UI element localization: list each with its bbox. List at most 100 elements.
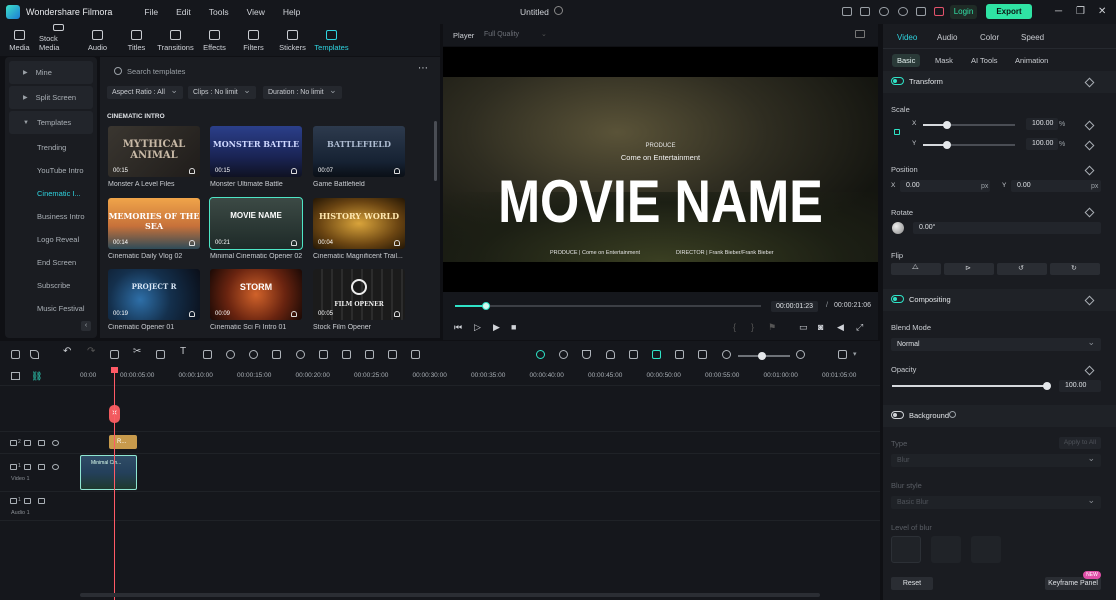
layout-grid-icon[interactable] [11,350,20,359]
position-x-field[interactable]: 0.00 [900,180,990,192]
template-card[interactable]: BATTLEFIELD 00:07 Game Battlefield [313,126,405,188]
scale-y-field[interactable]: 100.00 [1026,138,1058,150]
blend-mode-select[interactable]: Normal [891,336,1101,351]
minimize-icon[interactable]: ─ [1055,6,1062,17]
duration-filter[interactable]: Duration : No limit [263,84,342,99]
collapse-panel-icon[interactable]: ‹ [81,321,91,331]
template-card[interactable]: MONSTER BATTLE 00:15 Monster Ultimate Bat… [210,126,302,188]
login-button[interactable]: Login [950,5,977,19]
menu-tools[interactable]: Tools [209,7,229,17]
subtab-ai-tools[interactable]: AI Tools [966,54,1003,67]
layout-icon[interactable] [842,7,852,16]
type-select[interactable]: Blur [891,452,1101,467]
playback-icon[interactable] [559,350,568,359]
opacity-field[interactable]: 100.00 [1059,380,1101,392]
color-icon[interactable] [249,350,258,359]
delete-icon[interactable] [110,350,119,359]
zoom-out-icon[interactable] [722,350,731,359]
keyframe-icon[interactable] [1084,77,1095,88]
category-logo-reveal[interactable]: Logo Reveal [5,228,97,251]
category-trending[interactable]: Trending [5,136,97,159]
transform-toggle[interactable] [891,77,904,85]
search-input[interactable]: Search templates [127,67,185,76]
export-button[interactable]: Export [986,4,1032,19]
blur-level-option[interactable] [971,536,1001,563]
speaker-icon[interactable] [38,464,45,470]
rotate-left-button[interactable]: ↺ [997,263,1047,275]
redo-icon[interactable]: ↷ [87,346,96,357]
compositing-toggle[interactable] [891,295,904,303]
menu-help[interactable]: Help [283,7,300,17]
apply-to-all-button[interactable]: Apply to All [1059,437,1101,449]
mark-out-icon[interactable]: } [751,322,754,332]
pip-icon[interactable] [675,350,684,359]
template-card[interactable]: FILM OPENER 00:05 Stock Film Opener [313,269,405,331]
eye-icon[interactable] [52,464,59,470]
template-card[interactable]: PROJECT R 00:19 Cinematic Opener 01 [108,269,200,331]
video-clip[interactable]: Minimal Cin... [80,455,137,490]
blur-style-select[interactable]: Basic Blur [891,494,1101,509]
playhead[interactable] [114,367,115,600]
menu-edit[interactable]: Edit [176,7,191,17]
tool-effects[interactable]: Effects [195,24,234,56]
tool-media[interactable]: Media [0,24,39,56]
zoom-slider[interactable] [738,352,790,360]
timeline-scrollbar[interactable] [80,593,820,597]
cart-icon[interactable] [934,7,944,16]
tool-filters[interactable]: Filters [234,24,273,56]
tool-templates[interactable]: Templates [312,24,351,56]
template-card[interactable]: MOVIE NAME 00:21 Minimal Cinematic Opener… [209,197,303,260]
template-card[interactable]: STORM 00:09 Cinematic Sci Fi Intro 01 [210,269,302,331]
zoom-handle[interactable] [758,352,766,360]
tool-titles[interactable]: Titles [117,24,156,56]
group-icon[interactable] [365,350,374,359]
timeline-ruler[interactable]: 00:00 00:00:05:00 00:00:10:00 00:00:15:00 00… [80,367,880,384]
tab-video[interactable]: Video [897,33,917,42]
stop-icon[interactable]: ■ [511,322,516,332]
scrub-handle[interactable] [481,302,490,310]
camera-icon[interactable]: ◙ [818,322,823,332]
category-mine[interactable]: ▶ Mine [9,61,93,84]
link-icon[interactable]: ⛓ [31,371,42,382]
category-templates[interactable]: ▼ Templates [9,111,93,134]
keyframe-icon[interactable] [1084,120,1095,131]
tab-color[interactable]: Color [980,33,999,42]
lock-icon[interactable] [894,129,900,135]
fullscreen-icon[interactable]: ⤢ [856,322,863,333]
scale-x-field[interactable]: 100.00 [1026,118,1058,130]
tab-speed[interactable]: Speed [1021,33,1044,42]
scale-y-slider[interactable] [923,141,1015,149]
previous-frame-icon[interactable]: ⏮ [454,322,462,333]
tool-stock-media[interactable]: Stock Media [39,24,78,56]
category-split-screen[interactable]: ▶ Split Screen [9,86,93,109]
slider-handle[interactable] [943,121,951,129]
template-card[interactable]: HISTORY WORLD 00:04 Cinematic Magnificent… [313,198,405,260]
search-bar[interactable]: Search templates [104,61,434,81]
blur-level-option[interactable] [891,536,921,563]
detach-icon[interactable] [388,350,397,359]
timer-icon[interactable] [296,350,305,359]
fit-icon[interactable] [319,350,328,359]
category-business-intro[interactable]: Business Intro [5,205,97,228]
chevron-down-icon[interactable]: ▾ [853,350,857,358]
render-icon[interactable] [536,350,545,359]
mark-in-icon[interactable]: { [733,322,736,332]
category-end-screen[interactable]: End Screen [5,251,97,274]
ai-icon[interactable] [652,350,661,359]
reset-button[interactable]: Reset [891,577,933,590]
folder-icon[interactable] [24,440,31,446]
subtab-mask[interactable]: Mask [930,54,958,67]
flip-horizontal-button[interactable]: ⧍ [891,263,941,275]
tool-audio[interactable]: Audio [78,24,117,56]
text-icon[interactable]: T [180,346,189,357]
rotate-field[interactable]: 0.00° [913,222,1101,234]
scale-x-slider[interactable] [923,121,1015,129]
filmstrip-icon[interactable] [411,350,420,359]
close-icon[interactable]: ✕ [1098,6,1106,17]
clips-filter[interactable]: Clips : No limit [188,84,256,99]
player-tab[interactable]: Player [453,31,474,40]
speaker-icon[interactable] [38,498,45,504]
eye-icon[interactable] [52,440,59,446]
audio-adjust-icon[interactable] [272,350,281,359]
slider-handle[interactable] [943,141,951,149]
